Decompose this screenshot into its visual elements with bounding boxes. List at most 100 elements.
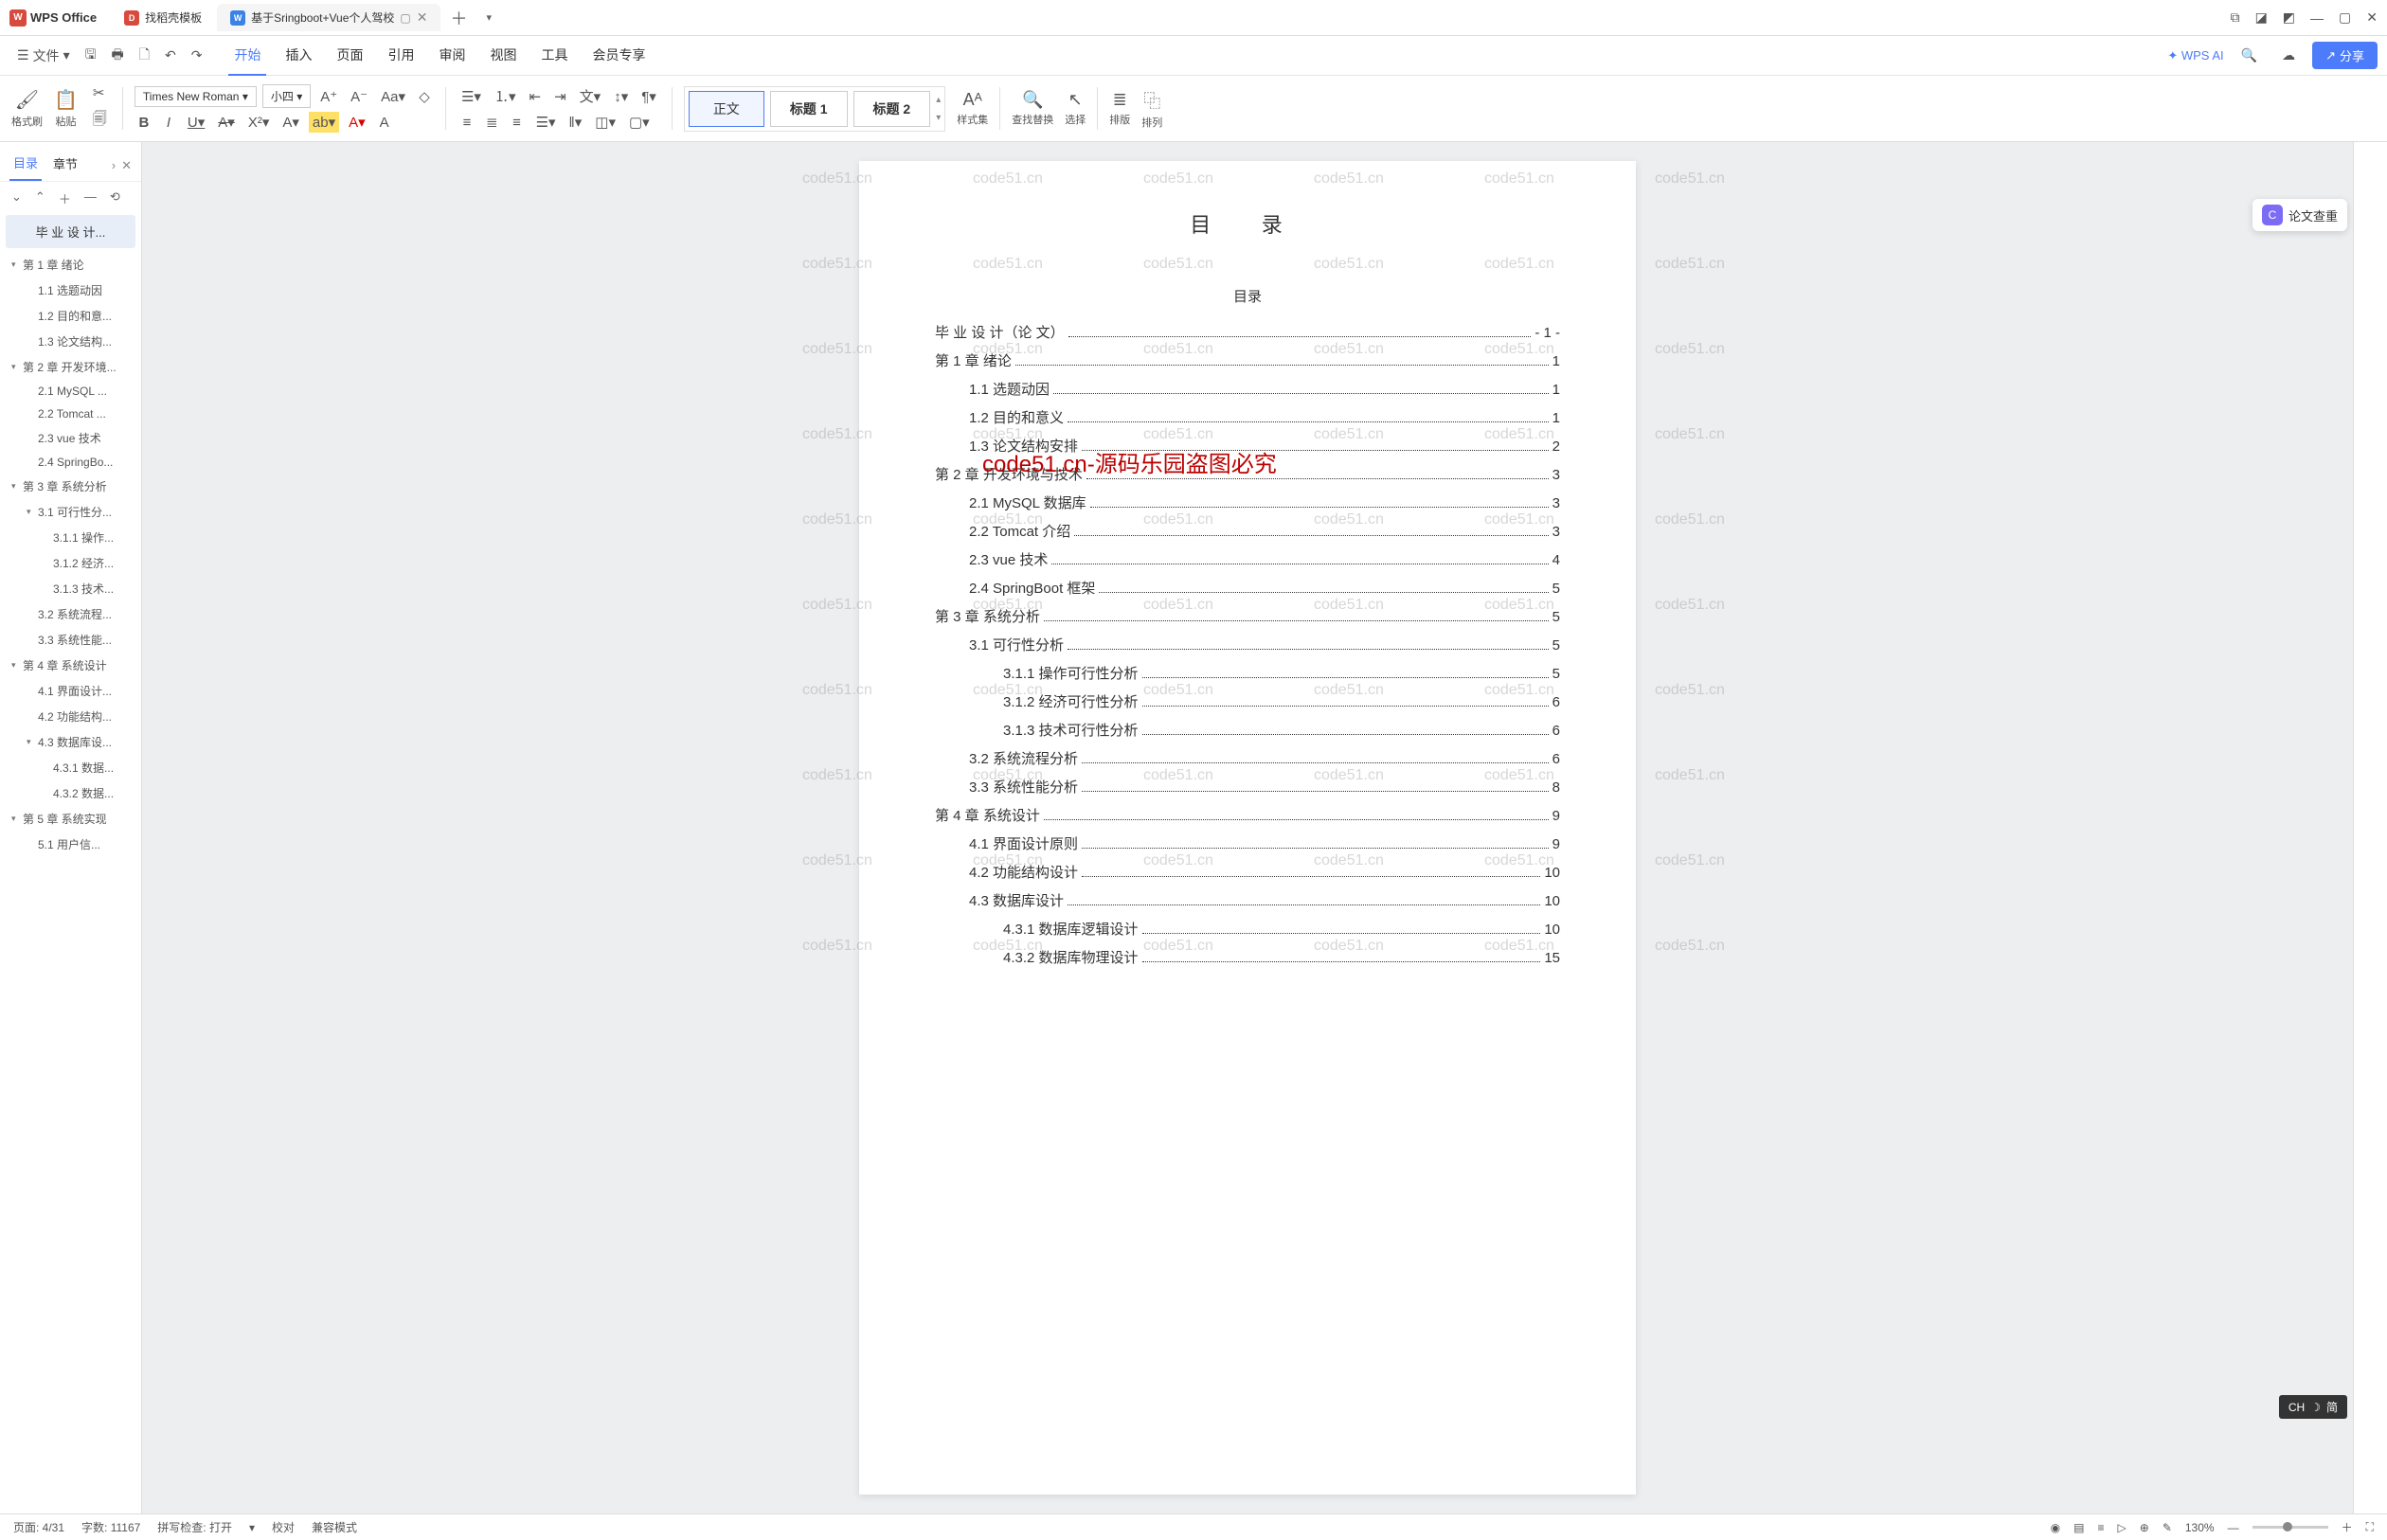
tab-fullscreen-icon[interactable]: ▢ [400,11,410,25]
nav-item-22[interactable]: ▾第 5 章 系统实现 [0,806,141,832]
document-tab-1[interactable]: W基于Sringboot+Vue个人驾校 ▢ ✕ [217,4,440,31]
nav-item-5[interactable]: 2.1 MySQL ... [0,380,141,403]
style-heading1[interactable]: 标题 1 [770,91,848,127]
nav-item-7[interactable]: 2.3 vue 技术 [0,425,141,451]
close-button[interactable]: ✕ [2366,9,2378,26]
nav-item-6[interactable]: 2.2 Tomcat ... [0,403,141,425]
tree-caret-icon[interactable]: ▾ [27,737,38,747]
style-normal[interactable]: 正文 [689,91,764,127]
font-family-select[interactable]: Times New Roman ▾ [135,86,257,107]
ribbon-tab-5[interactable]: 视图 [484,36,522,76]
toc-row-14[interactable]: 3.1.3 技术可行性分析6 [935,717,1560,745]
toc-row-1[interactable]: 第 1 章 绪论1 [935,348,1560,376]
view-outline-icon[interactable]: ≡ [2098,1521,2105,1534]
change-case-icon[interactable]: Aa▾ [377,86,409,107]
nav-refresh-icon[interactable]: ⟲ [110,189,120,207]
nav-tab-toc[interactable]: 目录 [9,150,42,181]
bold-button[interactable]: B [135,113,153,133]
nav-item-12[interactable]: 3.1.2 经济... [0,550,141,576]
ribbon-tab-6[interactable]: 工具 [535,36,573,76]
nav-item-8[interactable]: 2.4 SpringBo... [0,451,141,474]
nav-close-icon[interactable]: ✕ [121,158,132,173]
tree-caret-icon[interactable]: ▾ [11,481,23,492]
font-grow-icon[interactable]: A⁺ [316,86,341,107]
status-words[interactable]: 字数: 11167 [81,1519,140,1535]
zoom-in-button[interactable]: ＋ [2342,1519,2353,1535]
zoom-level[interactable]: 130% [2185,1521,2215,1534]
file-menu[interactable]: ☰ 文件 ▾ [9,41,78,71]
text-direction-icon[interactable]: 文▾ [576,84,605,108]
toc-row-4[interactable]: 1.3 论文结构安排2 [935,433,1560,461]
line-spacing-icon[interactable]: ‖▾ [565,112,586,133]
tab-close-icon[interactable]: ✕ [417,9,428,26]
toc-row-11[interactable]: 3.1 可行性分析5 [935,632,1560,660]
toc-row-10[interactable]: 第 3 章 系统分析5 [935,603,1560,632]
redo-icon[interactable]: ↷ [184,42,210,69]
document-tab-0[interactable]: D找稻壳模板 [111,4,215,31]
toc-row-6[interactable]: 2.1 MySQL 数据库3 [935,490,1560,518]
shading-icon[interactable]: ◫▾ [591,112,619,133]
toc-row-13[interactable]: 3.1.2 经济可行性分析6 [935,689,1560,717]
document-area[interactable]: 目 录 目录 毕 业 设 计（论 文）- 1 -第 1 章 绪论11.1 选题动… [142,142,2353,1513]
arrange-icon[interactable]: ⿻ [1143,88,1160,113]
font-size-select[interactable]: 小四 ▾ [262,84,311,108]
show-marks-icon[interactable]: ¶▾ [637,86,660,107]
undo-icon[interactable]: ↶ [157,42,184,69]
view-page-icon[interactable]: ▤ [2073,1521,2084,1534]
nav-item-21[interactable]: 4.3.2 数据... [0,780,141,806]
nav-item-19[interactable]: ▾4.3 数据库设... [0,729,141,755]
nav-item-13[interactable]: 3.1.3 技术... [0,576,141,601]
toc-row-18[interactable]: 4.1 界面设计原则9 [935,831,1560,859]
zoom-slider[interactable] [2252,1526,2328,1529]
clear-format-icon[interactable]: ◇ [415,86,434,107]
toc-row-17[interactable]: 第 4 章 系统设计9 [935,802,1560,831]
zoom-out-button[interactable]: — [2228,1521,2239,1534]
borders-icon[interactable]: ▢▾ [625,112,654,133]
avatar-icon[interactable]: ◩ [2283,9,2295,26]
nav-add-icon[interactable]: ＋ [59,189,71,207]
nav-item-4[interactable]: ▾第 2 章 开发环境... [0,354,141,380]
select-icon[interactable]: ↖ [1068,90,1083,110]
justify-icon[interactable]: ☰▾ [532,112,560,133]
toc-row-0[interactable]: 毕 业 设 计（论 文）- 1 - [935,319,1560,348]
strike-button[interactable]: A▾ [214,112,239,133]
cube-icon[interactable]: ◪ [2255,9,2268,26]
font-effect-button[interactable]: A▾ [278,112,303,133]
font-color-button[interactable]: A▾ [345,112,369,133]
outdent-icon[interactable]: ⇤ [526,86,546,107]
maximize-button[interactable]: ▢ [2339,9,2351,26]
paper-check-button[interactable]: C 论文查重 [2252,199,2347,231]
nav-item-23[interactable]: 5.1 用户信... [0,832,141,857]
cut-icon[interactable]: ✂ [89,82,109,103]
style-heading2[interactable]: 标题 2 [853,91,931,127]
align-right-icon[interactable]: ≡ [508,113,527,133]
superscript-button[interactable]: X²▾ [244,112,274,133]
toc-row-9[interactable]: 2.4 SpringBoot 框架5 [935,575,1560,603]
toc-row-19[interactable]: 4.2 功能结构设计10 [935,859,1560,887]
toc-row-2[interactable]: 1.1 选题动因1 [935,376,1560,404]
cloud-icon[interactable]: ☁ [2274,42,2303,69]
char-border-button[interactable]: A [375,113,394,133]
nav-item-9[interactable]: ▾第 3 章 系统分析 [0,474,141,499]
toc-row-12[interactable]: 3.1.1 操作可行性分析5 [935,660,1560,689]
new-tab-button[interactable]: ＋ [440,6,476,30]
toc-row-20[interactable]: 4.3 数据库设计10 [935,887,1560,916]
number-list-icon[interactable]: ⒈▾ [491,84,520,108]
ribbon-tab-7[interactable]: 会员专享 [586,36,651,76]
nav-item-20[interactable]: 4.3.1 数据... [0,755,141,780]
toc-row-5[interactable]: 第 2 章 开发环境与技术3 [935,461,1560,490]
nav-item-3[interactable]: 1.3 论文结构... [0,329,141,354]
toc-row-15[interactable]: 3.2 系统流程分析6 [935,745,1560,774]
ribbon-tab-2[interactable]: 页面 [331,36,368,76]
toc-row-3[interactable]: 1.2 目的和意义1 [935,404,1560,433]
view-globe-icon[interactable]: ⊕ [2140,1521,2149,1534]
nav-doc-title[interactable]: 毕 业 设 计... [6,215,135,248]
ribbon-tab-3[interactable]: 引用 [382,36,420,76]
fullscreen-icon[interactable]: ⛶ [2366,1520,2374,1534]
nav-item-1[interactable]: 1.1 选题动因 [0,278,141,303]
nav-tab-chapter[interactable]: 章节 [49,151,81,180]
nav-item-10[interactable]: ▾3.1 可行性分... [0,499,141,525]
copy-icon[interactable]: 🗐 [89,107,111,134]
nav-down-icon[interactable]: ⌄ [11,189,22,207]
nav-item-11[interactable]: 3.1.1 操作... [0,525,141,550]
